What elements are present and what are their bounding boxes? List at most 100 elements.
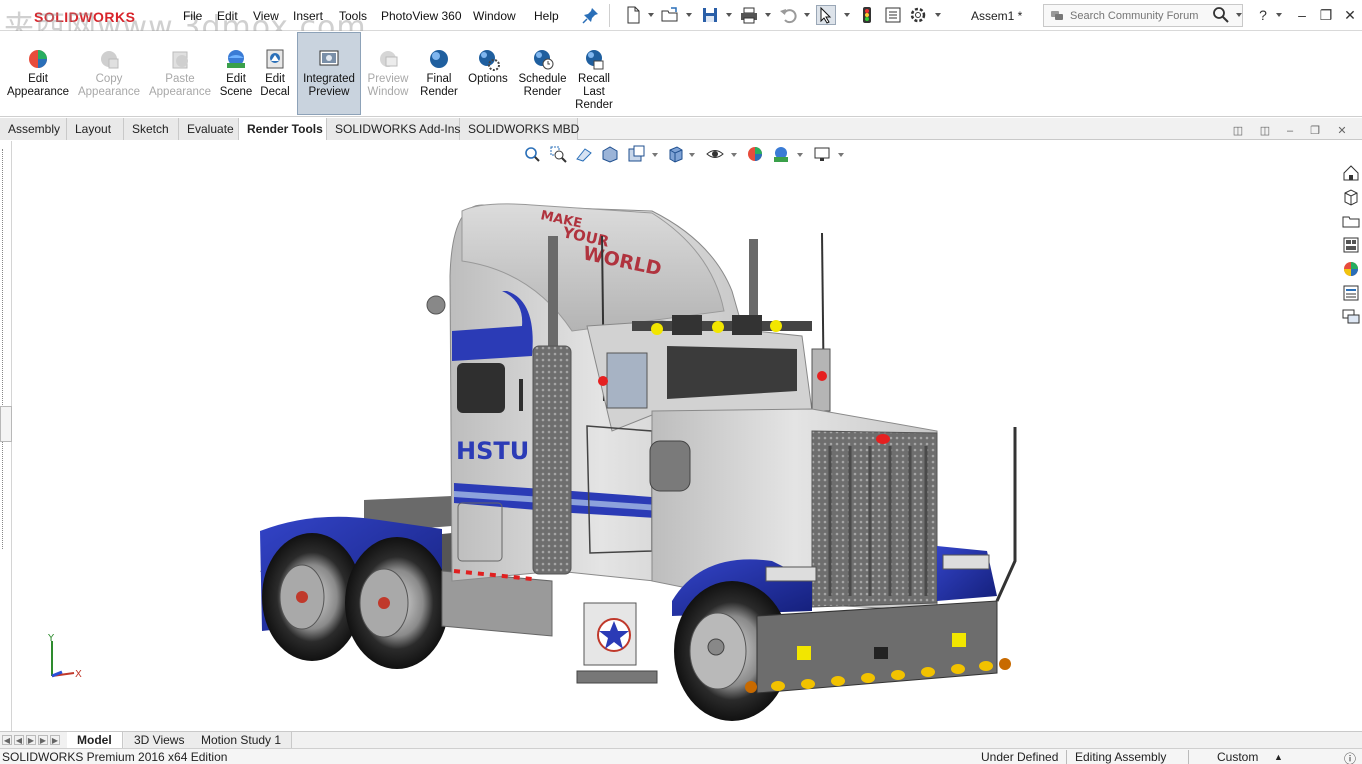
- feature-tree-expand-handle[interactable]: [0, 406, 12, 442]
- open-dropdown[interactable]: [686, 13, 692, 17]
- tab-list-arrow-icon[interactable]: ▶: [50, 735, 60, 745]
- file-properties-icon[interactable]: [883, 5, 903, 25]
- menu-view[interactable]: View: [253, 9, 279, 23]
- section-view-icon[interactable]: [601, 145, 619, 163]
- close-window-button[interactable]: ✕: [1341, 6, 1359, 24]
- print-dropdown[interactable]: [765, 13, 771, 17]
- menu-photoview-360[interactable]: PhotoView 360: [381, 9, 462, 23]
- solidworks-forum-icon[interactable]: [1342, 308, 1360, 326]
- model-view-tabs: ◀ ◀ ▶ ▶ ▶ Model 3D Views Motion Study 1: [0, 731, 1362, 748]
- tab-motion-study-1[interactable]: Motion Study 1: [191, 732, 293, 748]
- tab-solidworks-add-ins[interactable]: SOLIDWORKS Add-Ins: [327, 118, 460, 140]
- view-settings-icon[interactable]: [813, 145, 831, 163]
- design-library-icon[interactable]: [1342, 188, 1360, 206]
- menu-file[interactable]: File: [183, 9, 202, 23]
- open-folder-icon[interactable]: [660, 5, 680, 25]
- tab-model[interactable]: Model: [67, 732, 123, 748]
- apply-scene-dropdown[interactable]: [797, 153, 803, 157]
- view-orientation-dropdown[interactable]: [689, 153, 695, 157]
- prev-tab-arrow-icon[interactable]: ◀: [14, 735, 24, 745]
- search-dropdown[interactable]: [1236, 13, 1242, 17]
- pin-icon[interactable]: [581, 5, 601, 25]
- tab-evaluate[interactable]: Evaluate: [179, 118, 239, 140]
- menu-window[interactable]: Window: [473, 9, 516, 23]
- apply-scene-icon[interactable]: [772, 145, 790, 163]
- undo-icon[interactable]: [778, 5, 798, 25]
- recall-last-render-button[interactable]: Recall Last Render: [572, 33, 616, 113]
- edit-decal-button[interactable]: Edit Decal: [257, 33, 293, 113]
- display-style-icon[interactable]: [706, 145, 724, 163]
- undo-dropdown[interactable]: [804, 13, 810, 17]
- sleeper-window: [457, 363, 505, 413]
- search-icon[interactable]: [1211, 5, 1231, 25]
- help-icon[interactable]: ?: [1254, 6, 1272, 24]
- save-icon[interactable]: [700, 5, 720, 25]
- menu-tools[interactable]: Tools: [339, 9, 367, 23]
- display-style-dropdown[interactable]: [731, 153, 737, 157]
- options-dropdown[interactable]: [935, 13, 941, 17]
- edit-scene-button[interactable]: Edit Scene: [216, 33, 256, 113]
- doc-close-button[interactable]: ✕: [1335, 124, 1349, 138]
- feature-tree-collapsed-strip[interactable]: [0, 141, 12, 732]
- recall-last-render-icon: [586, 50, 604, 70]
- new-document-icon[interactable]: [623, 5, 643, 25]
- tab-assembly[interactable]: Assembly: [0, 118, 67, 140]
- tab-3d-views[interactable]: 3D Views: [124, 732, 196, 748]
- status-units[interactable]: Custom: [1188, 750, 1258, 764]
- tile-left-icon[interactable]: ◫: [1231, 124, 1245, 138]
- tile-right-icon[interactable]: ◫: [1258, 124, 1272, 138]
- doc-restore-button[interactable]: ❐: [1308, 124, 1322, 138]
- menu-edit[interactable]: Edit: [217, 9, 238, 23]
- graphics-area[interactable]: MAKE YOUR WORLD HSTU Y X: [12, 141, 1340, 732]
- solidworks-resources-icon[interactable]: [1342, 164, 1360, 182]
- tab-sketch[interactable]: Sketch: [124, 118, 179, 140]
- units-dropdown-icon[interactable]: ▲: [1274, 752, 1283, 762]
- options-gear-icon[interactable]: [908, 5, 928, 25]
- first-tab-arrow-icon[interactable]: ◀: [2, 735, 12, 745]
- paste-appearance-button[interactable]: Paste Appearance: [147, 33, 213, 113]
- tab-solidworks-mbd[interactable]: SOLIDWORKS MBD: [460, 118, 579, 140]
- select-arrow-icon[interactable]: [816, 5, 836, 25]
- rebuild-traffic-light-icon[interactable]: [857, 5, 877, 25]
- edit-appearance-button[interactable]: Edit Appearance: [4, 33, 72, 113]
- schedule-render-label-2: Render: [523, 86, 562, 98]
- integrated-preview-icon: [319, 50, 339, 66]
- dynamic-annotation-icon[interactable]: [627, 145, 645, 163]
- edit-appearance-hud-icon[interactable]: [746, 145, 764, 163]
- file-explorer-icon[interactable]: [1342, 212, 1360, 230]
- tab-layout[interactable]: Layout: [67, 118, 124, 140]
- status-help-icon[interactable]: ⓘ: [1344, 750, 1356, 764]
- mirror-light-right: [817, 371, 827, 381]
- search-input[interactable]: [1070, 10, 1210, 22]
- save-dropdown[interactable]: [726, 13, 732, 17]
- preview-window-button[interactable]: Preview Window: [364, 33, 412, 113]
- view-settings-dropdown[interactable]: [838, 153, 844, 157]
- tab-render-tools[interactable]: Render Tools: [239, 118, 327, 140]
- custom-properties-icon[interactable]: [1342, 284, 1360, 302]
- next-tab-arrow-icon[interactable]: ▶: [26, 735, 36, 745]
- print-icon[interactable]: [739, 5, 759, 25]
- zoom-to-area-icon[interactable]: [549, 145, 567, 163]
- select-dropdown[interactable]: [844, 13, 850, 17]
- zoom-to-fit-icon[interactable]: [523, 145, 541, 163]
- menu-help[interactable]: Help: [534, 9, 559, 23]
- final-render-button[interactable]: Final Render: [417, 33, 461, 113]
- schedule-render-button[interactable]: Schedule Render: [515, 33, 570, 113]
- restore-window-button[interactable]: ❐: [1317, 6, 1335, 24]
- view-orientation-icon[interactable]: [667, 145, 685, 163]
- view-dropdown[interactable]: [652, 153, 658, 157]
- copy-appearance-button[interactable]: Copy Appearance: [76, 33, 142, 113]
- help-dropdown[interactable]: [1276, 13, 1282, 17]
- minimize-window-button[interactable]: –: [1293, 6, 1311, 24]
- solidworks-logo[interactable]: SOLIDWORKS: [34, 9, 135, 25]
- doc-minimize-button[interactable]: –: [1283, 124, 1297, 138]
- menu-insert[interactable]: Insert: [293, 9, 323, 23]
- previous-view-icon[interactable]: [575, 145, 593, 163]
- appearances-scenes-decals-icon[interactable]: [1342, 260, 1360, 278]
- new-document-dropdown[interactable]: [648, 13, 654, 17]
- last-tab-arrow-icon[interactable]: ▶: [38, 735, 48, 745]
- render-options-button[interactable]: Options: [464, 33, 512, 113]
- view-palette-icon[interactable]: [1342, 236, 1360, 254]
- integrated-preview-button[interactable]: Integrated Preview: [297, 32, 361, 115]
- truck-3d-model[interactable]: MAKE YOUR WORLD HSTU Y X: [12, 141, 1340, 732]
